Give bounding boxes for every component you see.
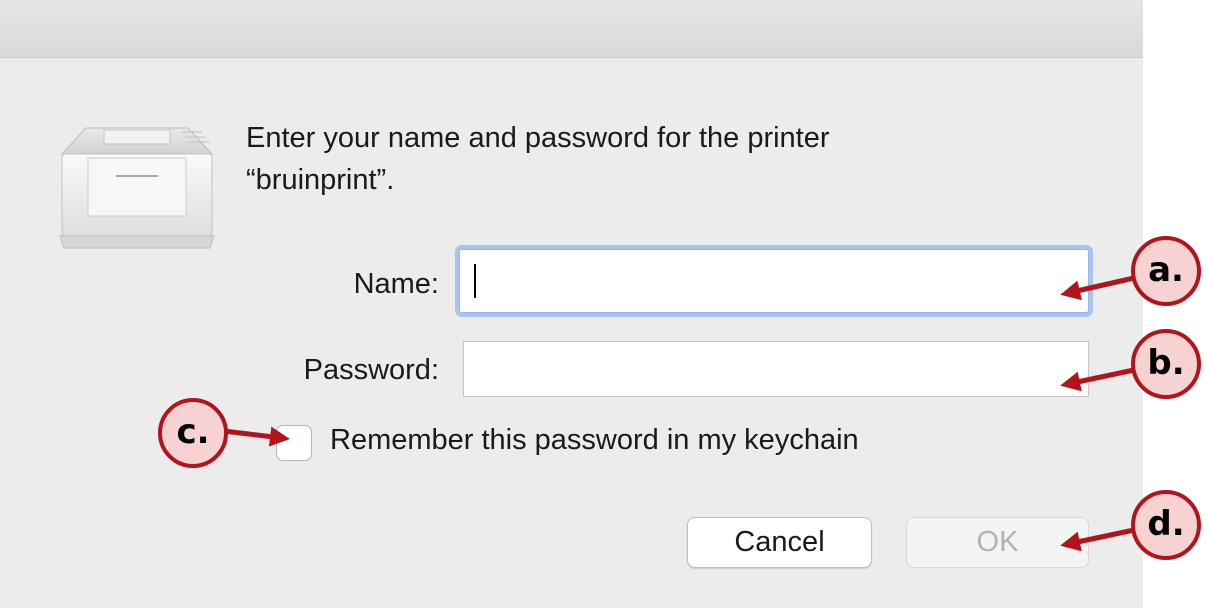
annotation-arrows: [223, 275, 1135, 552]
arrow-b: [1060, 367, 1135, 392]
annotation-badge-c: c.: [158, 398, 228, 468]
annotation-badge-b: b.: [1131, 329, 1201, 399]
arrow-d: [1060, 527, 1135, 552]
annotation-badge-d: d.: [1131, 490, 1201, 560]
arrow-a: [1060, 275, 1135, 301]
arrow-c: [223, 426, 290, 447]
annotation-badge-a: a.: [1131, 236, 1201, 306]
